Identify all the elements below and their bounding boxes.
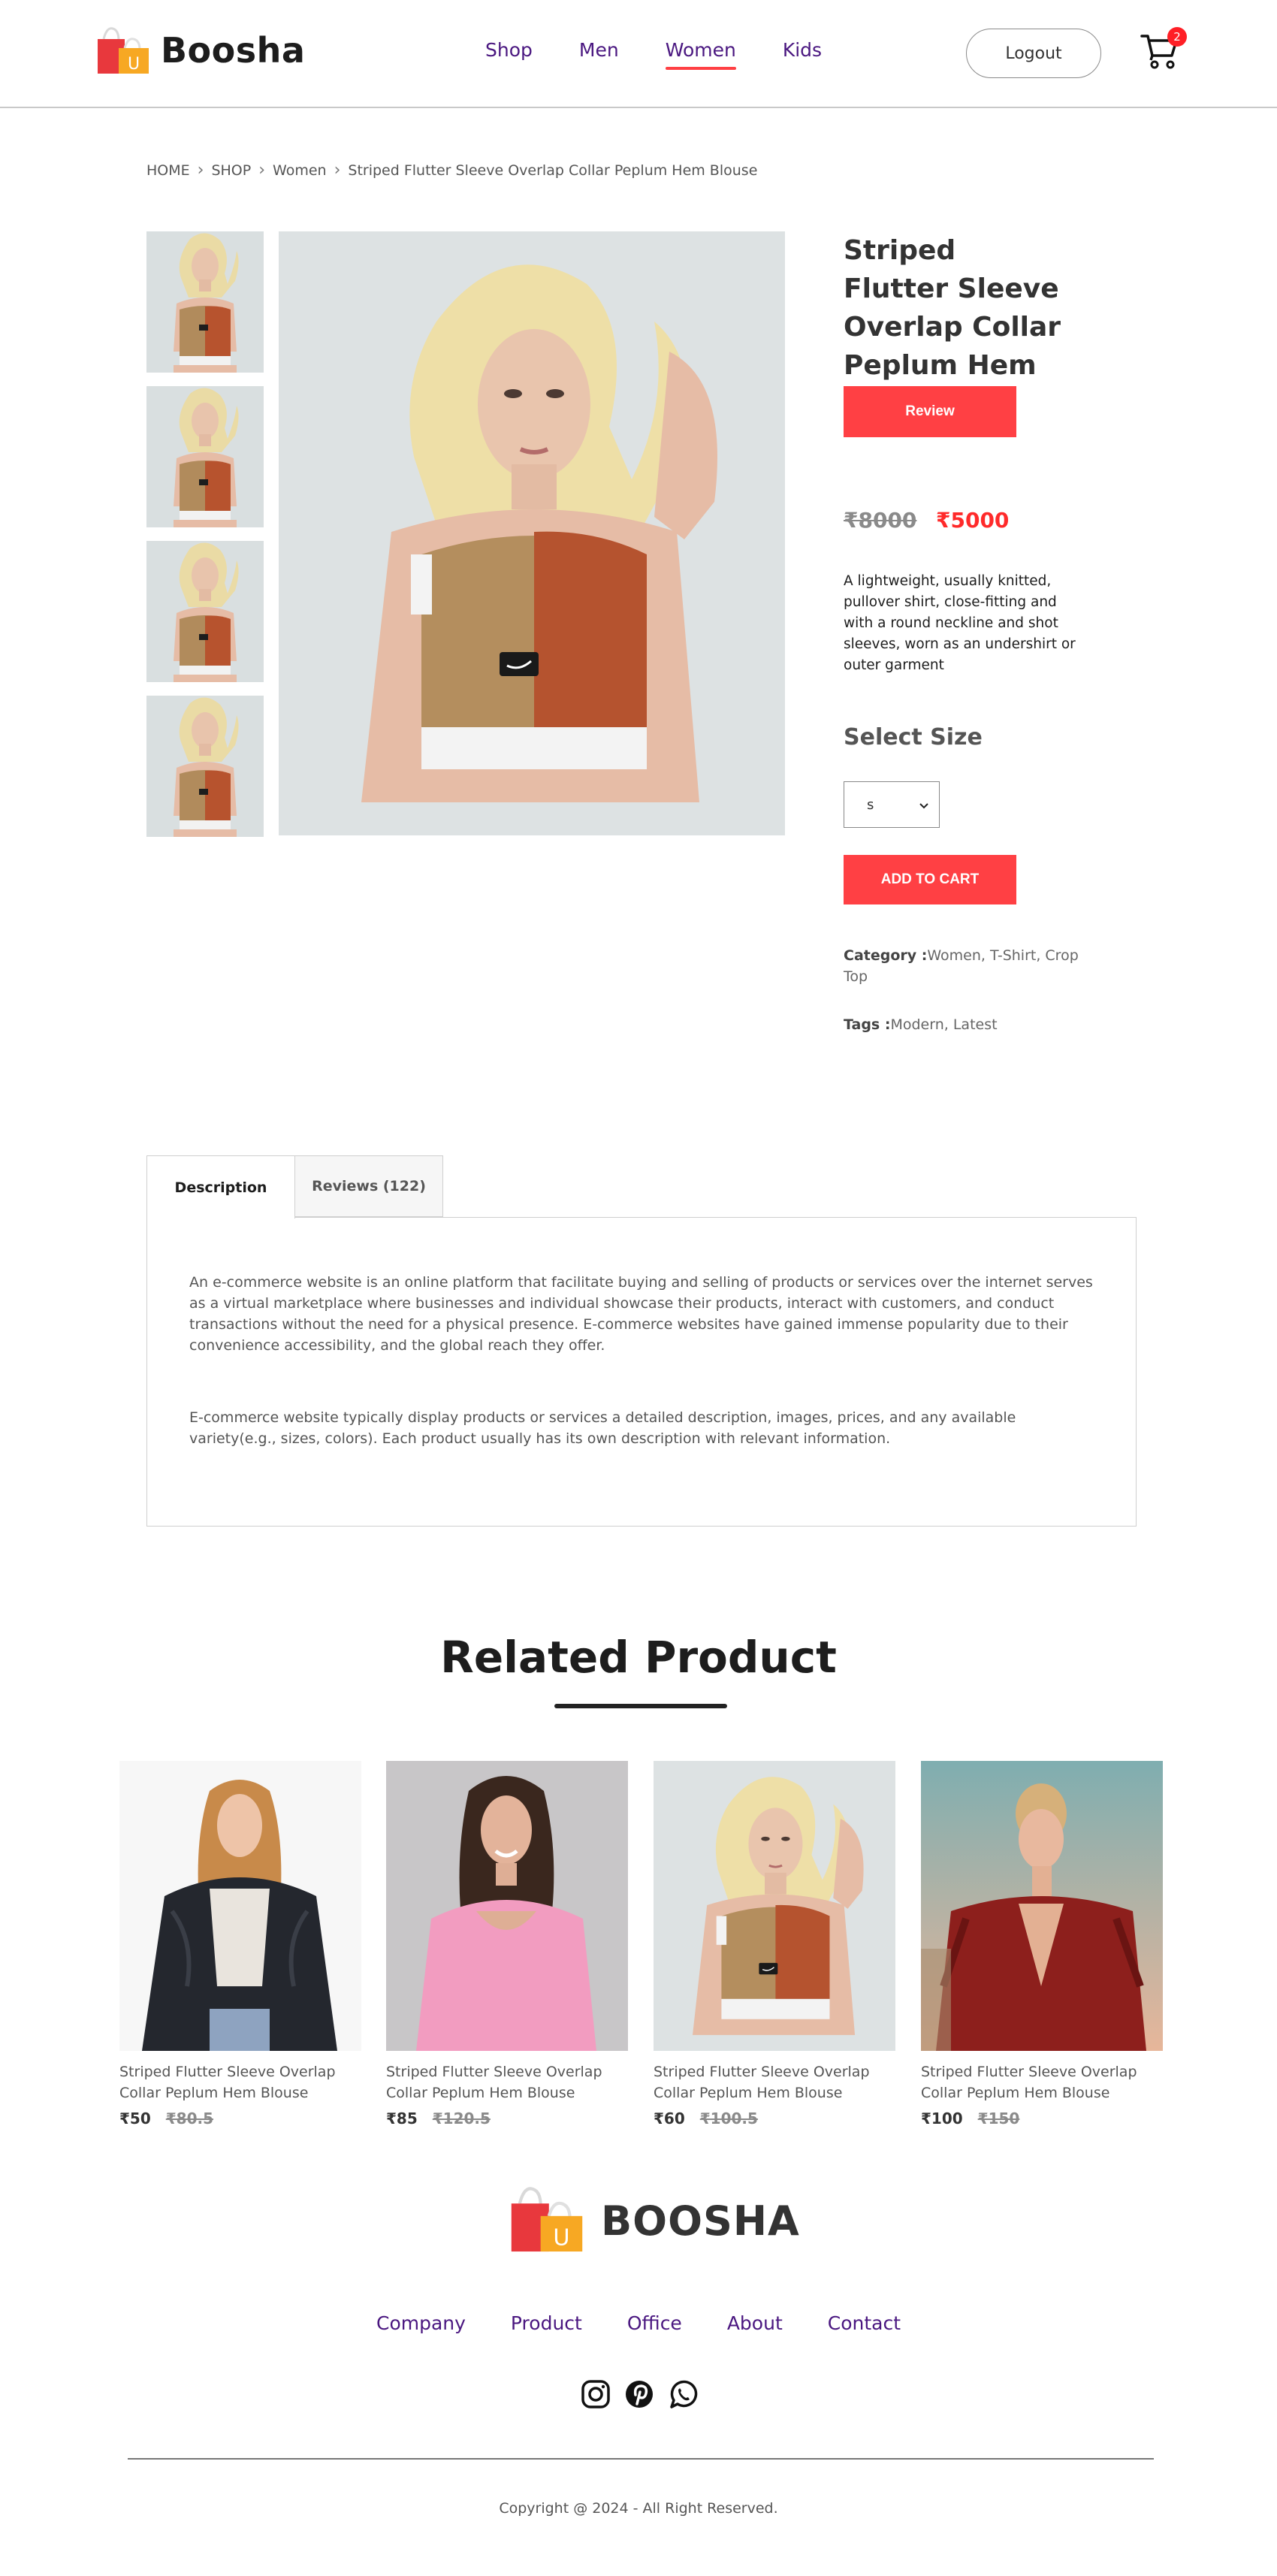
product-card-prices: ₹50 ₹80.5 xyxy=(119,2109,361,2128)
product-card-price: ₹60 xyxy=(654,2109,685,2128)
review-button[interactable]: Review xyxy=(844,386,1016,437)
description-paragraph-1: An e-commerce website is an online platf… xyxy=(189,1274,1093,1354)
cart-button[interactable]: 2 xyxy=(1139,27,1187,71)
product-card-old-price: ₹150 xyxy=(977,2109,1020,2128)
copyright-text: Copyright @ 2024 - All Right Reserved. xyxy=(499,2500,778,2517)
thumbnail-2[interactable] xyxy=(146,386,264,527)
instagram-icon[interactable] xyxy=(580,2378,611,2410)
product-card-name[interactable]: Striped Flutter Sleeve Overlap Collar Pe… xyxy=(921,2061,1163,2103)
whatsapp-icon[interactable] xyxy=(667,2378,699,2410)
chevron-right-icon: › xyxy=(334,161,341,180)
footer-link-product[interactable]: Product xyxy=(511,2312,582,2334)
product-short-description: A lightweight, usually knitted, pullover… xyxy=(844,573,1076,673)
category-label: Category : xyxy=(844,947,928,964)
breadcrumb-home[interactable]: HOME xyxy=(146,162,190,179)
cart-count-badge: 2 xyxy=(1167,27,1187,47)
related-title: Related Product xyxy=(440,1632,837,1683)
breadcrumb: HOME › SHOP › Women › Striped Flutter Sl… xyxy=(146,161,757,180)
size-label: Select Size xyxy=(844,724,983,750)
product-card-price: ₹85 xyxy=(386,2109,418,2128)
main-product-image xyxy=(279,231,785,835)
tags-label: Tags : xyxy=(844,1016,891,1033)
product-card-old-price: ₹100.5 xyxy=(699,2109,758,2128)
breadcrumb-current: Striped Flutter Sleeve Overlap Collar Pe… xyxy=(348,162,758,179)
product-card-prices: ₹60 ₹100.5 xyxy=(654,2109,895,2128)
site-header: U Boosha Shop Men Women Kids Logout 2 xyxy=(0,0,1277,108)
product-card-prices: ₹85 ₹120.5 xyxy=(386,2109,628,2128)
product-card-image[interactable] xyxy=(386,1761,628,2051)
footer-link-contact[interactable]: Contact xyxy=(828,2312,901,2334)
tab-reviews[interactable]: Reviews (122) xyxy=(294,1155,443,1217)
logout-button[interactable]: Logout xyxy=(966,29,1101,78)
footer-link-company[interactable]: Company xyxy=(376,2312,466,2334)
product-card-price: ₹50 xyxy=(119,2109,151,2128)
footer-link-office[interactable]: Office xyxy=(627,2312,682,2334)
product-card[interactable]: Striped Flutter Sleeve Overlap Collar Pe… xyxy=(386,1761,628,2128)
title-underline xyxy=(554,1704,727,1708)
brand-logo[interactable]: U Boosha xyxy=(96,26,305,75)
product-card-image[interactable] xyxy=(119,1761,361,2051)
nav-shop[interactable]: Shop xyxy=(485,39,533,67)
breadcrumb-women[interactable]: Women xyxy=(273,162,327,179)
brand-name: Boosha xyxy=(161,30,306,71)
nav-men[interactable]: Men xyxy=(579,39,619,67)
shopping-bag-logo-icon: U xyxy=(509,2185,584,2257)
thumbnail-4[interactable] xyxy=(146,696,264,837)
product-card-old-price: ₹120.5 xyxy=(432,2109,491,2128)
product-card[interactable]: Striped Flutter Sleeve Overlap Collar Pe… xyxy=(654,1761,895,2128)
product-card-image[interactable] xyxy=(921,1761,1163,2051)
product-card-old-price: ₹80.5 xyxy=(165,2109,214,2128)
shopping-bag-logo-icon: U xyxy=(96,26,150,75)
svg-text:U: U xyxy=(553,2225,569,2251)
sale-price: ₹5000 xyxy=(936,508,1010,533)
thumbnail-3[interactable] xyxy=(146,541,264,682)
tab-description[interactable]: Description xyxy=(146,1155,295,1219)
category-line: Category :Women, T-Shirt, Crop Top xyxy=(844,945,1091,987)
nav-kids[interactable]: Kids xyxy=(783,39,822,67)
thumbnail-1[interactable] xyxy=(146,231,264,373)
chevron-down-icon xyxy=(919,797,928,813)
add-to-cart-button[interactable]: ADD TO CART xyxy=(844,855,1016,904)
footer-nav: Company Product Office About Contact xyxy=(0,2312,1277,2334)
footer-brand-name: BOOSHA xyxy=(601,2197,800,2245)
footer-divider xyxy=(128,2458,1154,2460)
tab-panel-description: An e-commerce website is an online platf… xyxy=(146,1217,1137,1527)
chevron-right-icon: › xyxy=(258,161,266,180)
product-card-price: ₹100 xyxy=(921,2109,963,2128)
product-card-prices: ₹100 ₹150 xyxy=(921,2109,1163,2128)
tags-line: Tags :Modern, Latest xyxy=(844,1014,1091,1035)
chevron-right-icon: › xyxy=(197,161,204,180)
svg-text:U: U xyxy=(128,55,140,74)
product-card[interactable]: Striped Flutter Sleeve Overlap Collar Pe… xyxy=(921,1761,1163,2128)
breadcrumb-shop[interactable]: SHOP xyxy=(211,162,251,179)
social-links xyxy=(580,2378,711,2410)
product-card[interactable]: Striped Flutter Sleeve Overlap Collar Pe… xyxy=(119,1761,361,2128)
product-card-name[interactable]: Striped Flutter Sleeve Overlap Collar Pe… xyxy=(654,2061,895,2103)
product-card-name[interactable]: Striped Flutter Sleeve Overlap Collar Pe… xyxy=(386,2061,628,2103)
tags-value: Modern, Latest xyxy=(890,1016,998,1033)
main-nav: Shop Men Women Kids xyxy=(485,39,868,70)
original-price: ₹8000 xyxy=(844,508,917,533)
nav-women[interactable]: Women xyxy=(665,39,736,70)
product-card-name[interactable]: Striped Flutter Sleeve Overlap Collar Pe… xyxy=(119,2061,361,2103)
footer-link-about[interactable]: About xyxy=(727,2312,783,2334)
footer-brand-logo[interactable]: U BOOSHA xyxy=(509,2185,800,2257)
size-selected-value: S xyxy=(867,796,874,813)
product-card-image[interactable] xyxy=(654,1761,895,2051)
description-paragraph-2: E-commerce website typically display pro… xyxy=(189,1409,1016,1447)
pinterest-icon[interactable] xyxy=(623,2378,655,2410)
size-select[interactable]: S xyxy=(844,781,940,828)
